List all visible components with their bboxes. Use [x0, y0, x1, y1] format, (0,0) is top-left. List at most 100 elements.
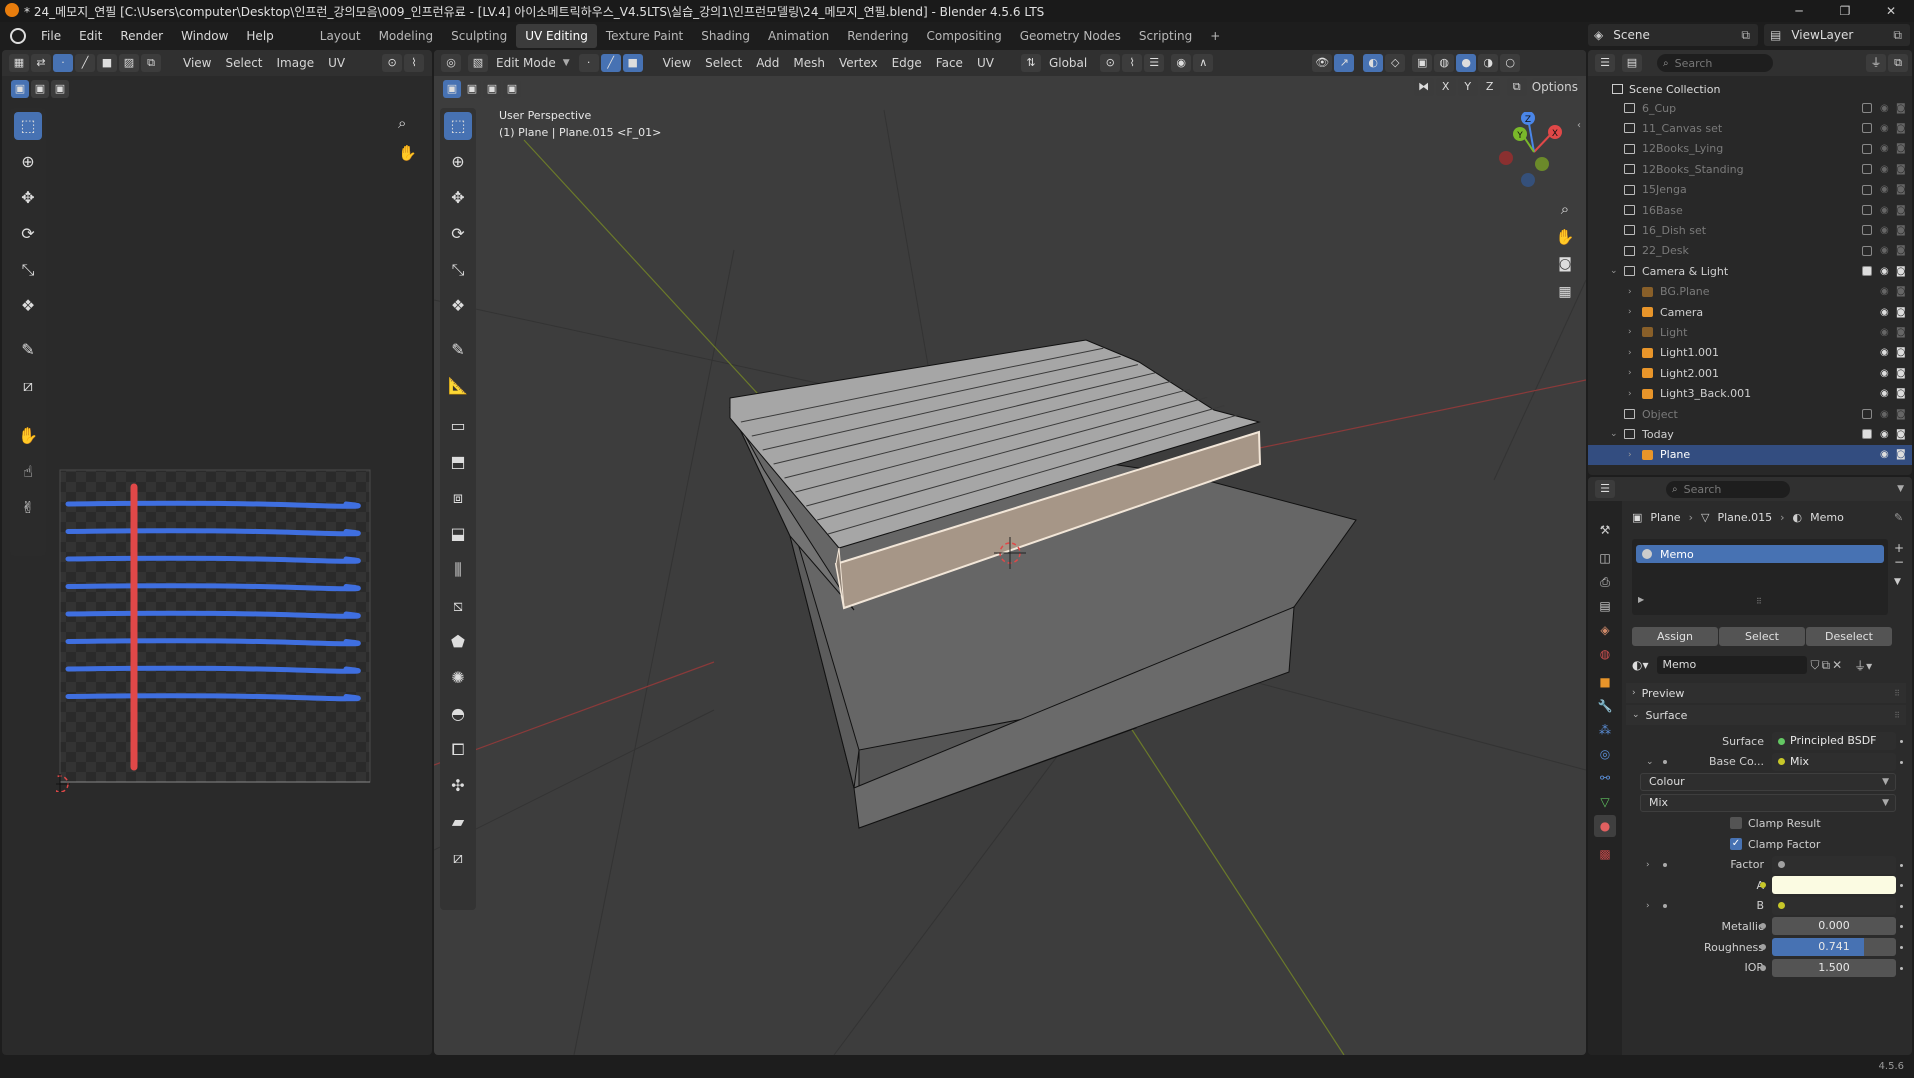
exclude-checkbox-icon[interactable] [1862, 143, 1872, 154]
render-camera-icon[interactable]: ◙ [1896, 409, 1906, 420]
tab-sculpting[interactable]: Sculpting [442, 24, 516, 48]
dropdown-mix[interactable]: Mix ▼ [1640, 793, 1896, 812]
duplicate-material-icon[interactable]: ⧉ [1822, 658, 1831, 673]
outliner-row-light[interactable]: › Light ◉ ◙ [1588, 322, 1912, 342]
vp-select-box-icon[interactable]: ⬚ [444, 112, 472, 140]
link-socket-icon[interactable] [1760, 923, 1766, 930]
uv-menu-view[interactable]: View [176, 56, 218, 70]
uv-sticky-icon[interactable]: ⧉ [141, 54, 161, 72]
vp-rotate-icon[interactable]: ⟳ [444, 220, 472, 248]
expand-arrow-icon[interactable]: ⌄ [1610, 266, 1618, 276]
visibility-eye-icon[interactable]: ◉ [1880, 368, 1889, 379]
pan-view-icon[interactable]: ✋ [1552, 228, 1578, 256]
render-tab-icon[interactable]: ◫ [1594, 547, 1616, 569]
exclude-checkbox-icon[interactable] [1862, 266, 1872, 277]
tab-compositing[interactable]: Compositing [917, 24, 1010, 48]
sidebar-toggle-icon[interactable]: ‹ [1577, 120, 1581, 131]
inset-icon[interactable]: ⧈ [444, 484, 472, 512]
exclude-checkbox-icon[interactable] [1862, 429, 1872, 440]
pin-icon[interactable]: ✎ [1894, 511, 1903, 524]
dropdown-colour[interactable]: Colour ▼ [1640, 773, 1896, 792]
object-tab-icon[interactable]: ■ [1594, 671, 1616, 693]
prop-value-ior[interactable]: 1.500 [1772, 958, 1896, 977]
prop-value-factor[interactable]: Drawing.Memo.png [1772, 855, 1896, 889]
remove-slot-button[interactable]: − [1894, 555, 1904, 569]
outliner-row-light1-001[interactable]: › Light1.001 ◉ ◙ [1588, 343, 1912, 363]
checkbox-clamp-factor[interactable]: ✓ [1730, 838, 1742, 850]
keyframe-dot-icon[interactable] [1900, 904, 1903, 908]
prop-value-b[interactable]: Drawing.Memo.png [1772, 896, 1896, 930]
visibility-eye-icon[interactable]: ◉ [1880, 123, 1889, 134]
properties-type-icon[interactable]: ☰ [1595, 480, 1615, 498]
render-camera-icon[interactable]: ◙ [1896, 266, 1906, 277]
render-camera-icon[interactable]: ◙ [1896, 307, 1906, 318]
particles-tab-icon[interactable]: ⁂ [1594, 719, 1616, 741]
slot-specials-icon[interactable]: ▼ [1894, 577, 1904, 587]
vp-scale-icon[interactable]: ⤡ [444, 256, 472, 284]
prop-value-base-co[interactable]: Mix [1772, 752, 1896, 771]
material-browse-icon[interactable]: ◐▾ [1632, 658, 1649, 672]
modifier-tab-icon[interactable]: 🔧 [1594, 695, 1616, 717]
maximize-button[interactable]: ❐ [1822, 0, 1868, 22]
render-camera-icon[interactable]: ◙ [1896, 388, 1906, 399]
render-camera-icon[interactable]: ◙ [1896, 184, 1906, 195]
tab-layout[interactable]: Layout [311, 24, 370, 48]
visibility-eye-icon[interactable]: ◉ [1880, 205, 1889, 216]
add-cube-icon[interactable]: ▭ [444, 412, 472, 440]
rotate-icon[interactable]: ⟳ [14, 220, 42, 248]
relax-icon[interactable]: ☝ [14, 458, 42, 486]
scale-icon[interactable]: ⤡ [14, 256, 42, 284]
expand-socket-icon[interactable]: ⌄ [1646, 757, 1654, 767]
render-camera-icon[interactable]: ◙ [1896, 103, 1906, 114]
visibility-eye-icon[interactable]: ◉ [1880, 245, 1889, 256]
output-tab-icon[interactable]: ⎙ [1594, 571, 1616, 593]
constraints-tab-icon[interactable]: ⚯ [1594, 767, 1616, 789]
scene-collection-row[interactable]: Scene Collection [1594, 80, 1720, 98]
fake-user-icon[interactable]: ⛉ [1811, 658, 1820, 673]
ortho-toggle-icon[interactable]: ▦ [1552, 284, 1578, 312]
tab-rendering[interactable]: Rendering [838, 24, 917, 48]
visibility-eye-icon[interactable]: ◉ [1880, 266, 1889, 277]
measure-icon[interactable]: 📐 [444, 372, 472, 400]
exclude-checkbox-icon[interactable] [1862, 409, 1872, 419]
tab-uv-editing[interactable]: UV Editing [516, 24, 597, 48]
keyframe-dot-icon[interactable] [1900, 884, 1903, 888]
outliner-row-12books-standing[interactable]: 12Books_Standing ◉ ◙ [1588, 159, 1912, 179]
smooth-icon[interactable]: ◓ [444, 700, 472, 728]
assign-button[interactable]: Assign [1632, 627, 1718, 646]
vp-annotate-icon[interactable]: ✎ [444, 336, 472, 364]
pinch-icon[interactable]: ✌ [14, 494, 42, 522]
visibility-eye-icon[interactable]: ◉ [1880, 347, 1889, 358]
select-extend-icon[interactable]: ▣ [31, 80, 49, 98]
visibility-eye-icon[interactable]: ◉ [1880, 103, 1889, 114]
camera-view-icon[interactable]: ◙ [1552, 256, 1578, 284]
data-tab-icon[interactable]: ▽ [1594, 791, 1616, 813]
exclude-checkbox-icon[interactable] [1862, 123, 1872, 134]
rip-region-icon[interactable]: ⧄ [444, 844, 472, 872]
shear-icon[interactable]: ▰ [444, 808, 472, 836]
outliner-search[interactable]: ⌕ Search [1657, 54, 1773, 72]
prop-value-a[interactable] [1772, 876, 1896, 895]
filter-icon[interactable]: ⏚ [1866, 54, 1886, 72]
outliner-row-bg-plane[interactable]: › BG.Plane ◉ ◙ [1588, 282, 1912, 302]
scene-tab-icon[interactable]: ◈ [1594, 619, 1616, 641]
menu-file[interactable]: File [32, 22, 70, 50]
outliner-row-16-dish-set[interactable]: 16_Dish set ◉ ◙ [1588, 220, 1912, 240]
outliner-row-light2-001[interactable]: › Light2.001 ◉ ◙ [1588, 363, 1912, 383]
expand-socket-icon[interactable]: › [1646, 860, 1650, 870]
render-camera-icon[interactable]: ◙ [1896, 245, 1906, 256]
extrude-icon[interactable]: ⬒ [444, 448, 472, 476]
exclude-checkbox-icon[interactable] [1862, 164, 1872, 175]
select-box-icon[interactable]: ⬚ [14, 112, 42, 140]
uv-island-mode-icon[interactable]: ▨ [119, 54, 139, 72]
tab-texture-paint[interactable]: Texture Paint [597, 24, 692, 48]
outliner-row-plane[interactable]: › Plane ◉ ◙ [1588, 444, 1912, 465]
outliner-row-object[interactable]: Object ◉ ◙ [1588, 404, 1912, 424]
expand-arrow-icon[interactable]: › [1628, 368, 1632, 378]
transform-icon[interactable]: ❖ [14, 292, 42, 320]
keyframe-dot-icon[interactable] [1900, 740, 1903, 743]
visibility-eye-icon[interactable]: ◉ [1880, 286, 1889, 297]
rip-icon[interactable]: ⧄ [14, 372, 42, 400]
material-name-field[interactable]: Memo [1656, 656, 1807, 674]
tab-shading[interactable]: Shading [692, 24, 759, 48]
